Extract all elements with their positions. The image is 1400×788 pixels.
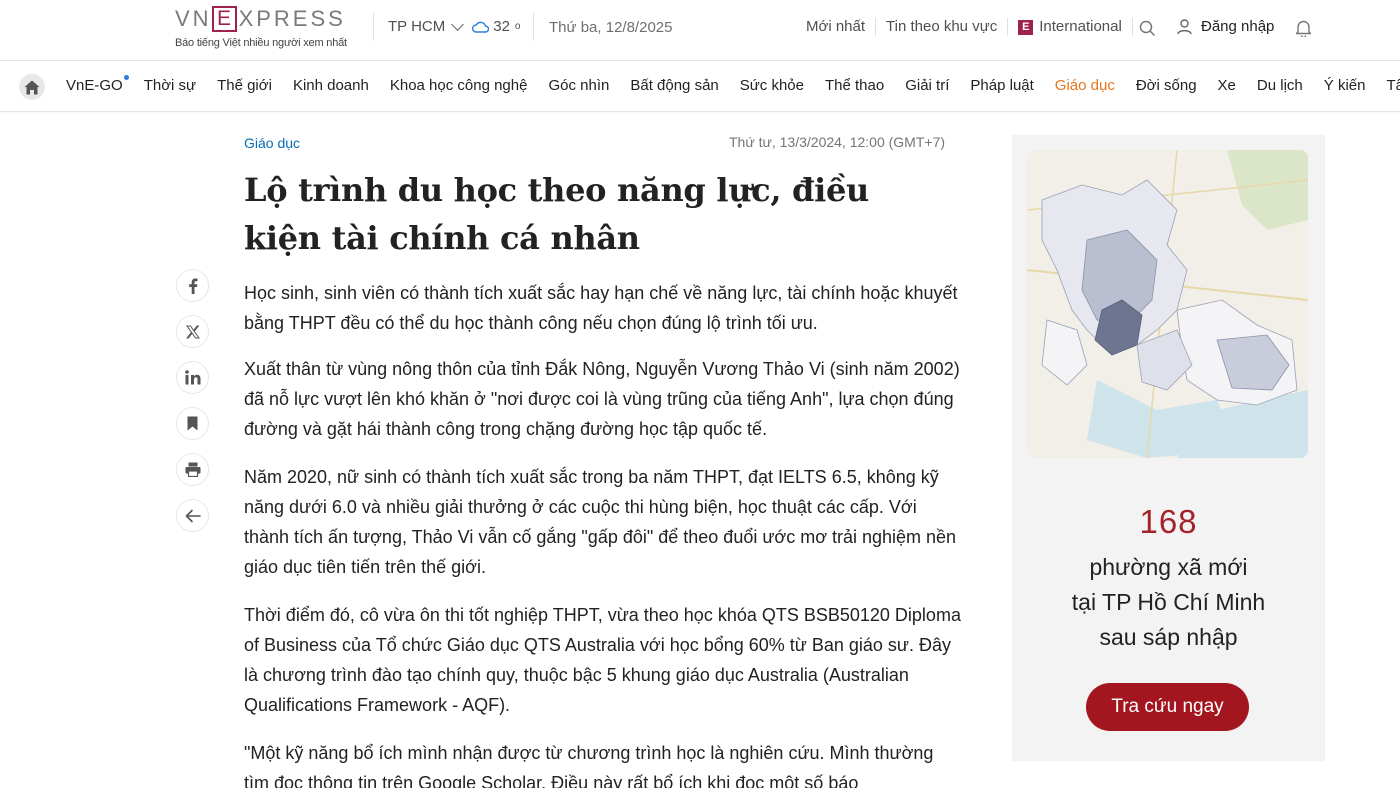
top-links: Mới nhất Tin theo khu vực E Internationa… <box>806 18 1133 36</box>
chevron-down-icon <box>451 18 465 31</box>
ad-line: tại TP Hồ Chí Minh <box>1071 589 1266 615</box>
facebook-icon <box>188 278 197 294</box>
ad-line: sau sáp nhập <box>1099 624 1238 650</box>
nav-item[interactable]: Pháp luật <box>970 77 1033 94</box>
cloud-icon <box>472 21 490 33</box>
facebook-share-button[interactable] <box>176 269 209 302</box>
current-date: Thứ ba, 12/8/2025 <box>549 19 673 36</box>
x-share-button[interactable] <box>176 315 209 348</box>
article-lead: Học sinh, sinh viên có thành tích xuất s… <box>244 283 958 333</box>
bell-icon[interactable] <box>1295 19 1312 37</box>
lookup-now-button[interactable]: Tra cứu ngay <box>1086 683 1249 731</box>
bookmark-icon <box>187 416 198 431</box>
nav-items: VnE-GO Thời sự Thế giới Kinh doanh Khoa học … <box>66 75 1400 94</box>
bookmark-button[interactable] <box>176 407 209 440</box>
map-graphic <box>1027 150 1308 458</box>
vnexpress-logo[interactable]: VN E XPRESS Báo tiếng Việt nhiều người xem… <box>175 6 365 54</box>
article-title: Lộ trình du học theo năng lực, điều kiện… <box>244 171 869 257</box>
international-label: International <box>1039 18 1122 35</box>
temp-unit: o <box>514 21 521 32</box>
nav-item[interactable]: Khoa học công nghệ <box>390 77 528 94</box>
temperature: 32 <box>493 18 510 35</box>
advertisement-banner[interactable]: 168 phường xã mới tại TP Hồ Chí Minh sau… <box>1012 135 1325 761</box>
nav-item[interactable]: Bất động sản <box>630 77 718 94</box>
district-map-image <box>1027 150 1308 458</box>
article-date: Thứ tư, 13/3/2024, 12:00 (GMT+7) <box>729 134 946 150</box>
search-icon[interactable] <box>1139 20 1156 37</box>
ad-text: phường xã mới tại TP Hồ Chí Minh sau sáp… <box>1012 550 1325 655</box>
nav-item[interactable]: Du lịch <box>1257 77 1303 94</box>
back-button[interactable] <box>176 499 209 532</box>
category-nav: VnE-GO Thời sự Thế giới Kinh doanh Khoa học … <box>0 61 1400 112</box>
international-icon: E <box>1018 19 1034 35</box>
logo-tagline: Báo tiếng Việt nhiều người xem nhất <box>175 37 347 49</box>
nav-item[interactable]: Tâm sự <box>1386 77 1400 94</box>
nav-item[interactable]: Ý kiến <box>1324 77 1366 94</box>
home-icon <box>24 80 40 94</box>
logo-wordmark: VN E XPRESS <box>175 6 346 32</box>
login-button[interactable]: Đăng nhập <box>1176 18 1274 35</box>
user-icon <box>1177 19 1192 35</box>
article-body: Học sinh, sinh viên có thành tích xuất s… <box>244 278 962 788</box>
print-button[interactable] <box>176 453 209 486</box>
divider <box>533 13 534 41</box>
x-icon <box>185 325 200 338</box>
regional-news-link[interactable]: Tin theo khu vực <box>876 18 1009 36</box>
article-paragraph: Thời điểm đó, cô vừa ôn thi tốt nghiệp T… <box>244 605 961 715</box>
nav-item[interactable]: Thế giới <box>217 77 272 94</box>
back-arrow-icon <box>185 509 201 522</box>
location-label: TP HCM <box>388 18 446 35</box>
article-paragraph: Xuất thân từ vùng nông thôn của tỉnh Đắk… <box>244 359 960 439</box>
nav-item[interactable]: Giáo dục <box>1055 77 1115 94</box>
nav-item[interactable]: Giải trí <box>905 77 949 94</box>
nav-item[interactable]: Thời sự <box>144 77 196 94</box>
share-sidebar <box>176 269 209 545</box>
divider <box>373 13 374 41</box>
nav-item[interactable]: Xe <box>1218 77 1236 94</box>
top-header: VN E XPRESS Báo tiếng Việt nhiều người xem… <box>0 0 1400 61</box>
notification-dot <box>123 75 129 80</box>
linkedin-share-button[interactable] <box>176 361 209 394</box>
nav-item[interactable]: Góc nhìn <box>548 77 609 94</box>
login-label: Đăng nhập <box>1201 18 1275 35</box>
home-button[interactable] <box>19 74 45 100</box>
nav-item[interactable]: VnE-GO <box>66 75 129 94</box>
nav-item[interactable]: Thể thao <box>825 77 884 94</box>
weather-widget: 32 o <box>472 18 520 35</box>
latest-news-link[interactable]: Mới nhất <box>806 18 877 36</box>
location-selector[interactable]: TP HCM 32 o <box>388 18 520 35</box>
article-paragraph: "Một kỹ năng bổ ích mình nhận được từ ch… <box>244 743 934 788</box>
print-icon <box>185 462 200 477</box>
article-category[interactable]: Giáo dục <box>244 135 300 151</box>
nav-item[interactable]: Kinh doanh <box>293 77 369 94</box>
ad-line: phường xã mới <box>1089 554 1248 580</box>
article-paragraph: Năm 2020, nữ sinh có thành tích xuất sắc… <box>244 467 957 577</box>
nav-item[interactable]: Đời sống <box>1136 77 1197 94</box>
nav-item[interactable]: Sức khỏe <box>740 77 804 94</box>
international-link[interactable]: E International <box>1008 18 1133 36</box>
ad-number: 168 <box>1139 503 1198 540</box>
linkedin-icon <box>184 370 200 385</box>
